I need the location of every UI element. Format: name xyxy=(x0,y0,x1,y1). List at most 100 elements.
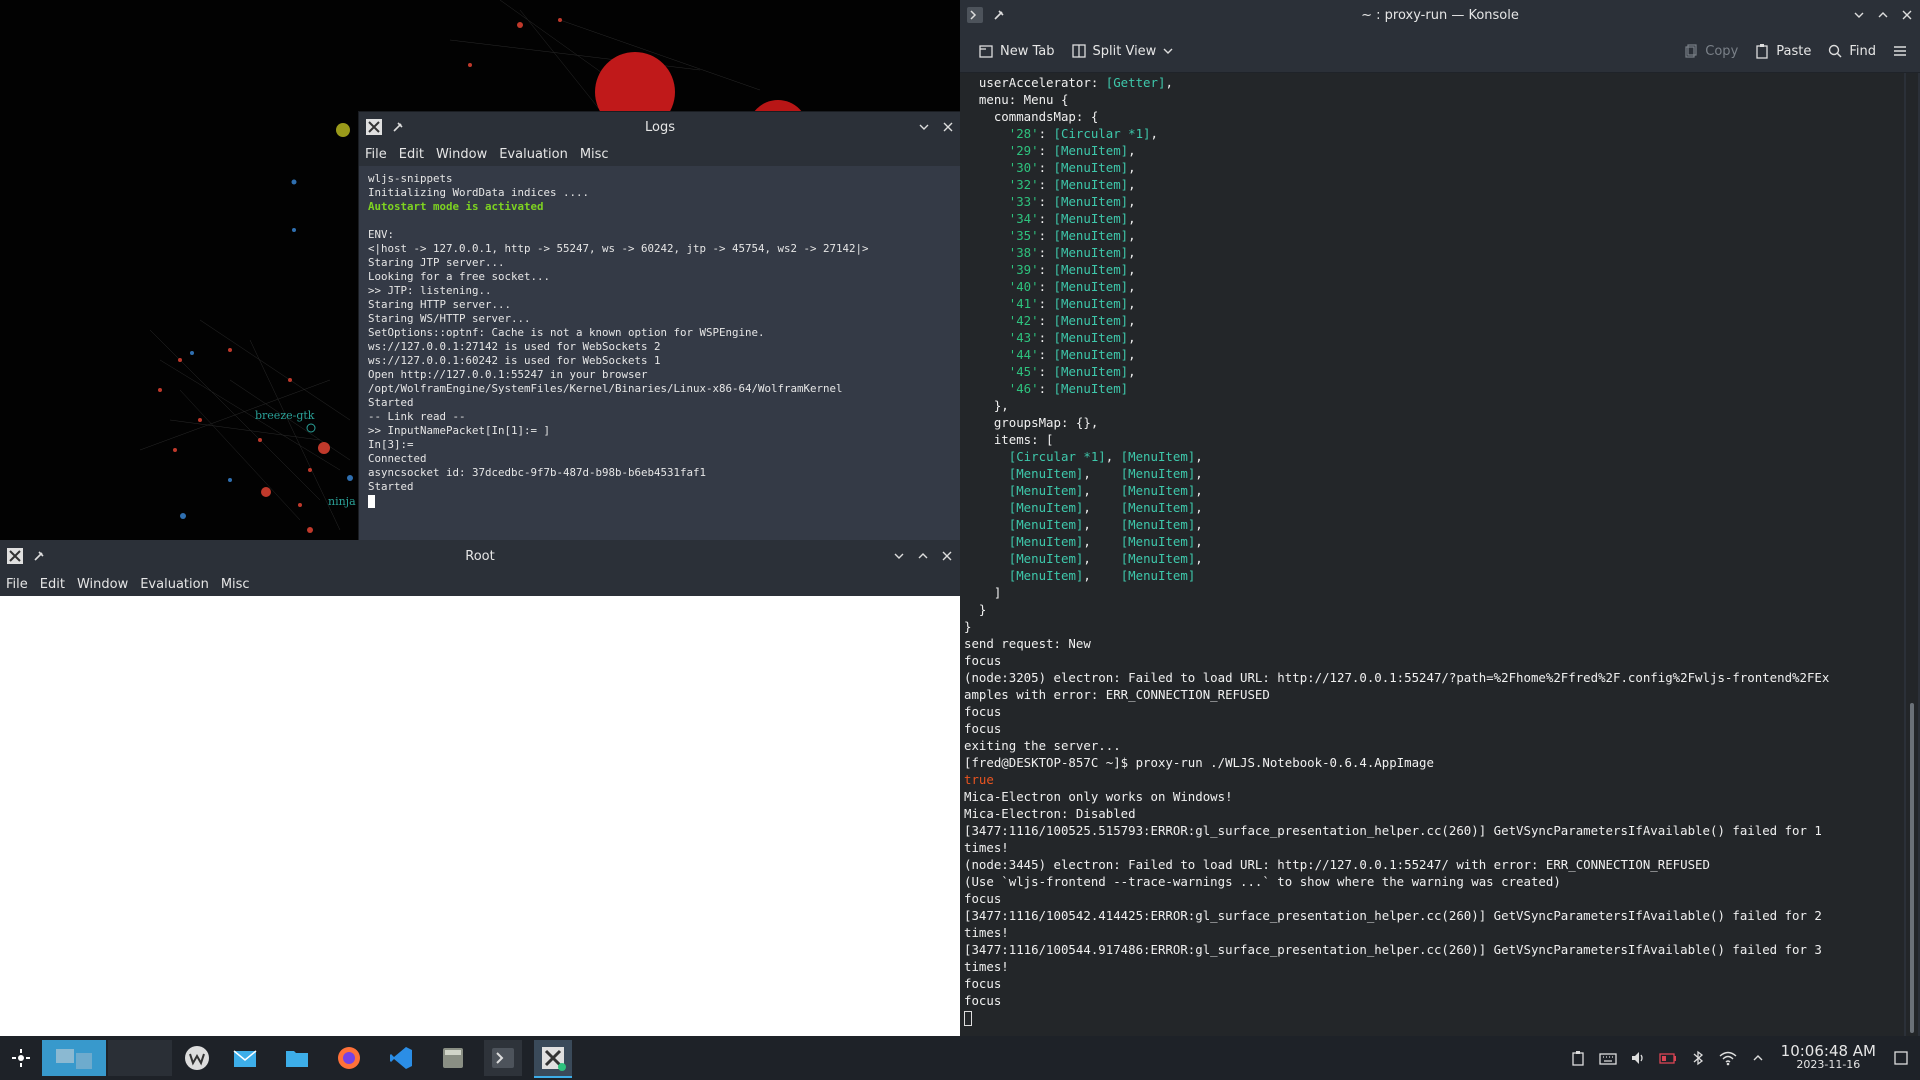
terminal-line: (node:3445) electron: Failed to load URL… xyxy=(964,857,1710,872)
log-line: >> InputNamePacket[In[1]:= ] xyxy=(368,424,551,437)
minimize-button[interactable] xyxy=(1850,6,1868,24)
calculator-icon xyxy=(443,1048,463,1068)
terminal-line: } xyxy=(964,602,987,617)
terminal-output[interactable]: userAccelerator: [Getter], menu: Menu { … xyxy=(960,73,1904,1036)
log-line: Looking for a free socket... xyxy=(368,270,551,283)
menu-file[interactable]: File xyxy=(0,577,34,592)
menu-evaluation[interactable]: Evaluation xyxy=(493,147,574,162)
menu-window[interactable]: Window xyxy=(430,147,493,162)
konsole-app-button[interactable] xyxy=(484,1040,522,1076)
app-launcher-button[interactable] xyxy=(2,1040,40,1076)
terminal-line: (Use `wljs-frontend --trace-warnings ...… xyxy=(964,874,1561,889)
virtual-desktop-1[interactable] xyxy=(42,1040,106,1076)
new-tab-icon xyxy=(979,45,993,58)
root-titlebar[interactable]: Root xyxy=(0,540,960,572)
clock[interactable]: 10:06:48 AM 2023-11-16 xyxy=(1781,1044,1876,1072)
chevron-down-icon xyxy=(1854,12,1864,18)
log-line: Staring WS/HTTP server... xyxy=(368,312,531,325)
hamburger-menu-icon xyxy=(1894,46,1906,56)
root-window-title: Root xyxy=(465,548,495,564)
firefox-button[interactable] xyxy=(330,1040,368,1076)
menu-window[interactable]: Window xyxy=(71,577,134,592)
terminal-line: [MenuItem], [MenuItem], xyxy=(1008,483,1203,498)
terminal-line: [Circular *1], [MenuItem], xyxy=(1008,449,1203,464)
close-button[interactable] xyxy=(939,118,957,136)
terminal-line: [3477:1116/100544.917486:ERROR:gl_surfac… xyxy=(964,942,1822,957)
logs-window-title: Logs xyxy=(645,119,675,135)
menu-misc[interactable]: Misc xyxy=(574,147,615,162)
terminal-line: '32': [MenuItem], xyxy=(1008,177,1136,192)
wolfram-app-button[interactable] xyxy=(178,1040,216,1076)
keyboard-icon[interactable] xyxy=(1599,1049,1617,1067)
calculator-app-button[interactable] xyxy=(434,1040,472,1076)
konsole-window-title: ~ : proxy-run — Konsole xyxy=(1361,7,1519,23)
terminal-line: '44': [MenuItem], xyxy=(1008,347,1136,362)
vscode-icon xyxy=(390,1047,412,1069)
terminal-line: items: [ xyxy=(964,432,1054,447)
close-button[interactable] xyxy=(1898,6,1916,24)
text-cursor xyxy=(368,494,375,508)
pin-icon[interactable] xyxy=(30,547,48,565)
find-button[interactable]: Find xyxy=(1819,36,1884,66)
log-line: <|host -> 127.0.0.1, http -> 55247, ws -… xyxy=(368,242,869,255)
split-view-icon xyxy=(1071,44,1086,58)
logs-output[interactable]: wljs-snippets Initializing WordData indic… xyxy=(359,166,961,542)
pin-icon[interactable] xyxy=(389,118,407,136)
maximize-button[interactable] xyxy=(1874,6,1892,24)
show-desktop-button[interactable] xyxy=(1892,1049,1910,1067)
copy-button[interactable]: Copy xyxy=(1675,36,1746,66)
terminal-line: commandsMap: { xyxy=(964,109,1099,124)
menu-edit[interactable]: Edit xyxy=(393,147,430,162)
minimize-button[interactable] xyxy=(890,547,908,565)
terminal-scrollbar[interactable] xyxy=(1906,73,1918,1036)
paste-button[interactable]: Paste xyxy=(1746,36,1819,66)
terminal-line: [MenuItem], [MenuItem], xyxy=(1008,466,1203,481)
maximize-button[interactable] xyxy=(914,547,932,565)
menu-edit[interactable]: Edit xyxy=(34,577,71,592)
terminal-app-icon xyxy=(966,6,984,24)
chevron-up-icon[interactable] xyxy=(1749,1049,1767,1067)
wifi-icon[interactable] xyxy=(1719,1049,1737,1067)
terminal-line: focus xyxy=(964,891,1002,906)
logs-titlebar[interactable]: Logs xyxy=(359,112,961,142)
terminal-line: '46': [MenuItem] xyxy=(1008,381,1129,396)
menu-misc[interactable]: Misc xyxy=(215,577,256,592)
wljs-app-button[interactable] xyxy=(534,1040,572,1078)
volume-icon[interactable] xyxy=(1629,1049,1647,1067)
virtual-desktop-2[interactable] xyxy=(108,1040,172,1076)
battery-icon[interactable] xyxy=(1659,1049,1677,1067)
pin-icon[interactable] xyxy=(990,6,1008,24)
bluetooth-icon[interactable] xyxy=(1689,1049,1707,1067)
terminal-line: [fred@DESKTOP-857C ~]$ proxy-run ./WLJS.… xyxy=(964,755,1434,770)
terminal-line: '34': [MenuItem], xyxy=(1008,211,1136,226)
log-line: Connected xyxy=(368,452,427,465)
split-view-button[interactable]: Split View xyxy=(1063,36,1183,66)
terminal-line: userAccelerator: [Getter], xyxy=(964,75,1173,90)
close-button[interactable] xyxy=(938,547,956,565)
app-launcher-icon xyxy=(12,1049,30,1067)
terminal-line: '40': [MenuItem], xyxy=(1008,279,1136,294)
log-line: ENV: xyxy=(368,228,395,241)
search-icon xyxy=(1829,44,1842,58)
hamburger-menu-button[interactable] xyxy=(1884,36,1916,66)
taskbar: 10:06:48 AM 2023-11-16 xyxy=(0,1036,1920,1080)
root-content[interactable] xyxy=(0,596,960,1036)
konsole-titlebar[interactable]: ~ : proxy-run — Konsole xyxy=(960,0,1920,30)
menu-evaluation[interactable]: Evaluation xyxy=(134,577,215,592)
log-line: -- Link read -- xyxy=(368,410,466,423)
terminal-line: [MenuItem], [MenuItem], xyxy=(1008,534,1203,549)
minimize-button[interactable] xyxy=(915,118,933,136)
vscode-button[interactable] xyxy=(382,1040,420,1076)
mail-app-button[interactable] xyxy=(226,1040,264,1076)
wljs-app-icon xyxy=(365,118,383,136)
log-line: ws://127.0.0.1:60242 is used for WebSock… xyxy=(368,354,661,367)
menu-file[interactable]: File xyxy=(359,147,393,162)
terminal-line: '42': [MenuItem], xyxy=(1008,313,1136,328)
konsole-toolbar: New Tab Split View Copy Paste Find xyxy=(960,30,1920,73)
terminal-line: times! xyxy=(964,959,1009,974)
scrollbar-thumb[interactable] xyxy=(1910,703,1914,1033)
clipboard-icon[interactable] xyxy=(1569,1049,1587,1067)
terminal-line: [3477:1116/100525.515793:ERROR:gl_surfac… xyxy=(964,823,1822,838)
new-tab-button[interactable]: New Tab xyxy=(970,36,1063,66)
file-manager-button[interactable] xyxy=(278,1040,316,1076)
